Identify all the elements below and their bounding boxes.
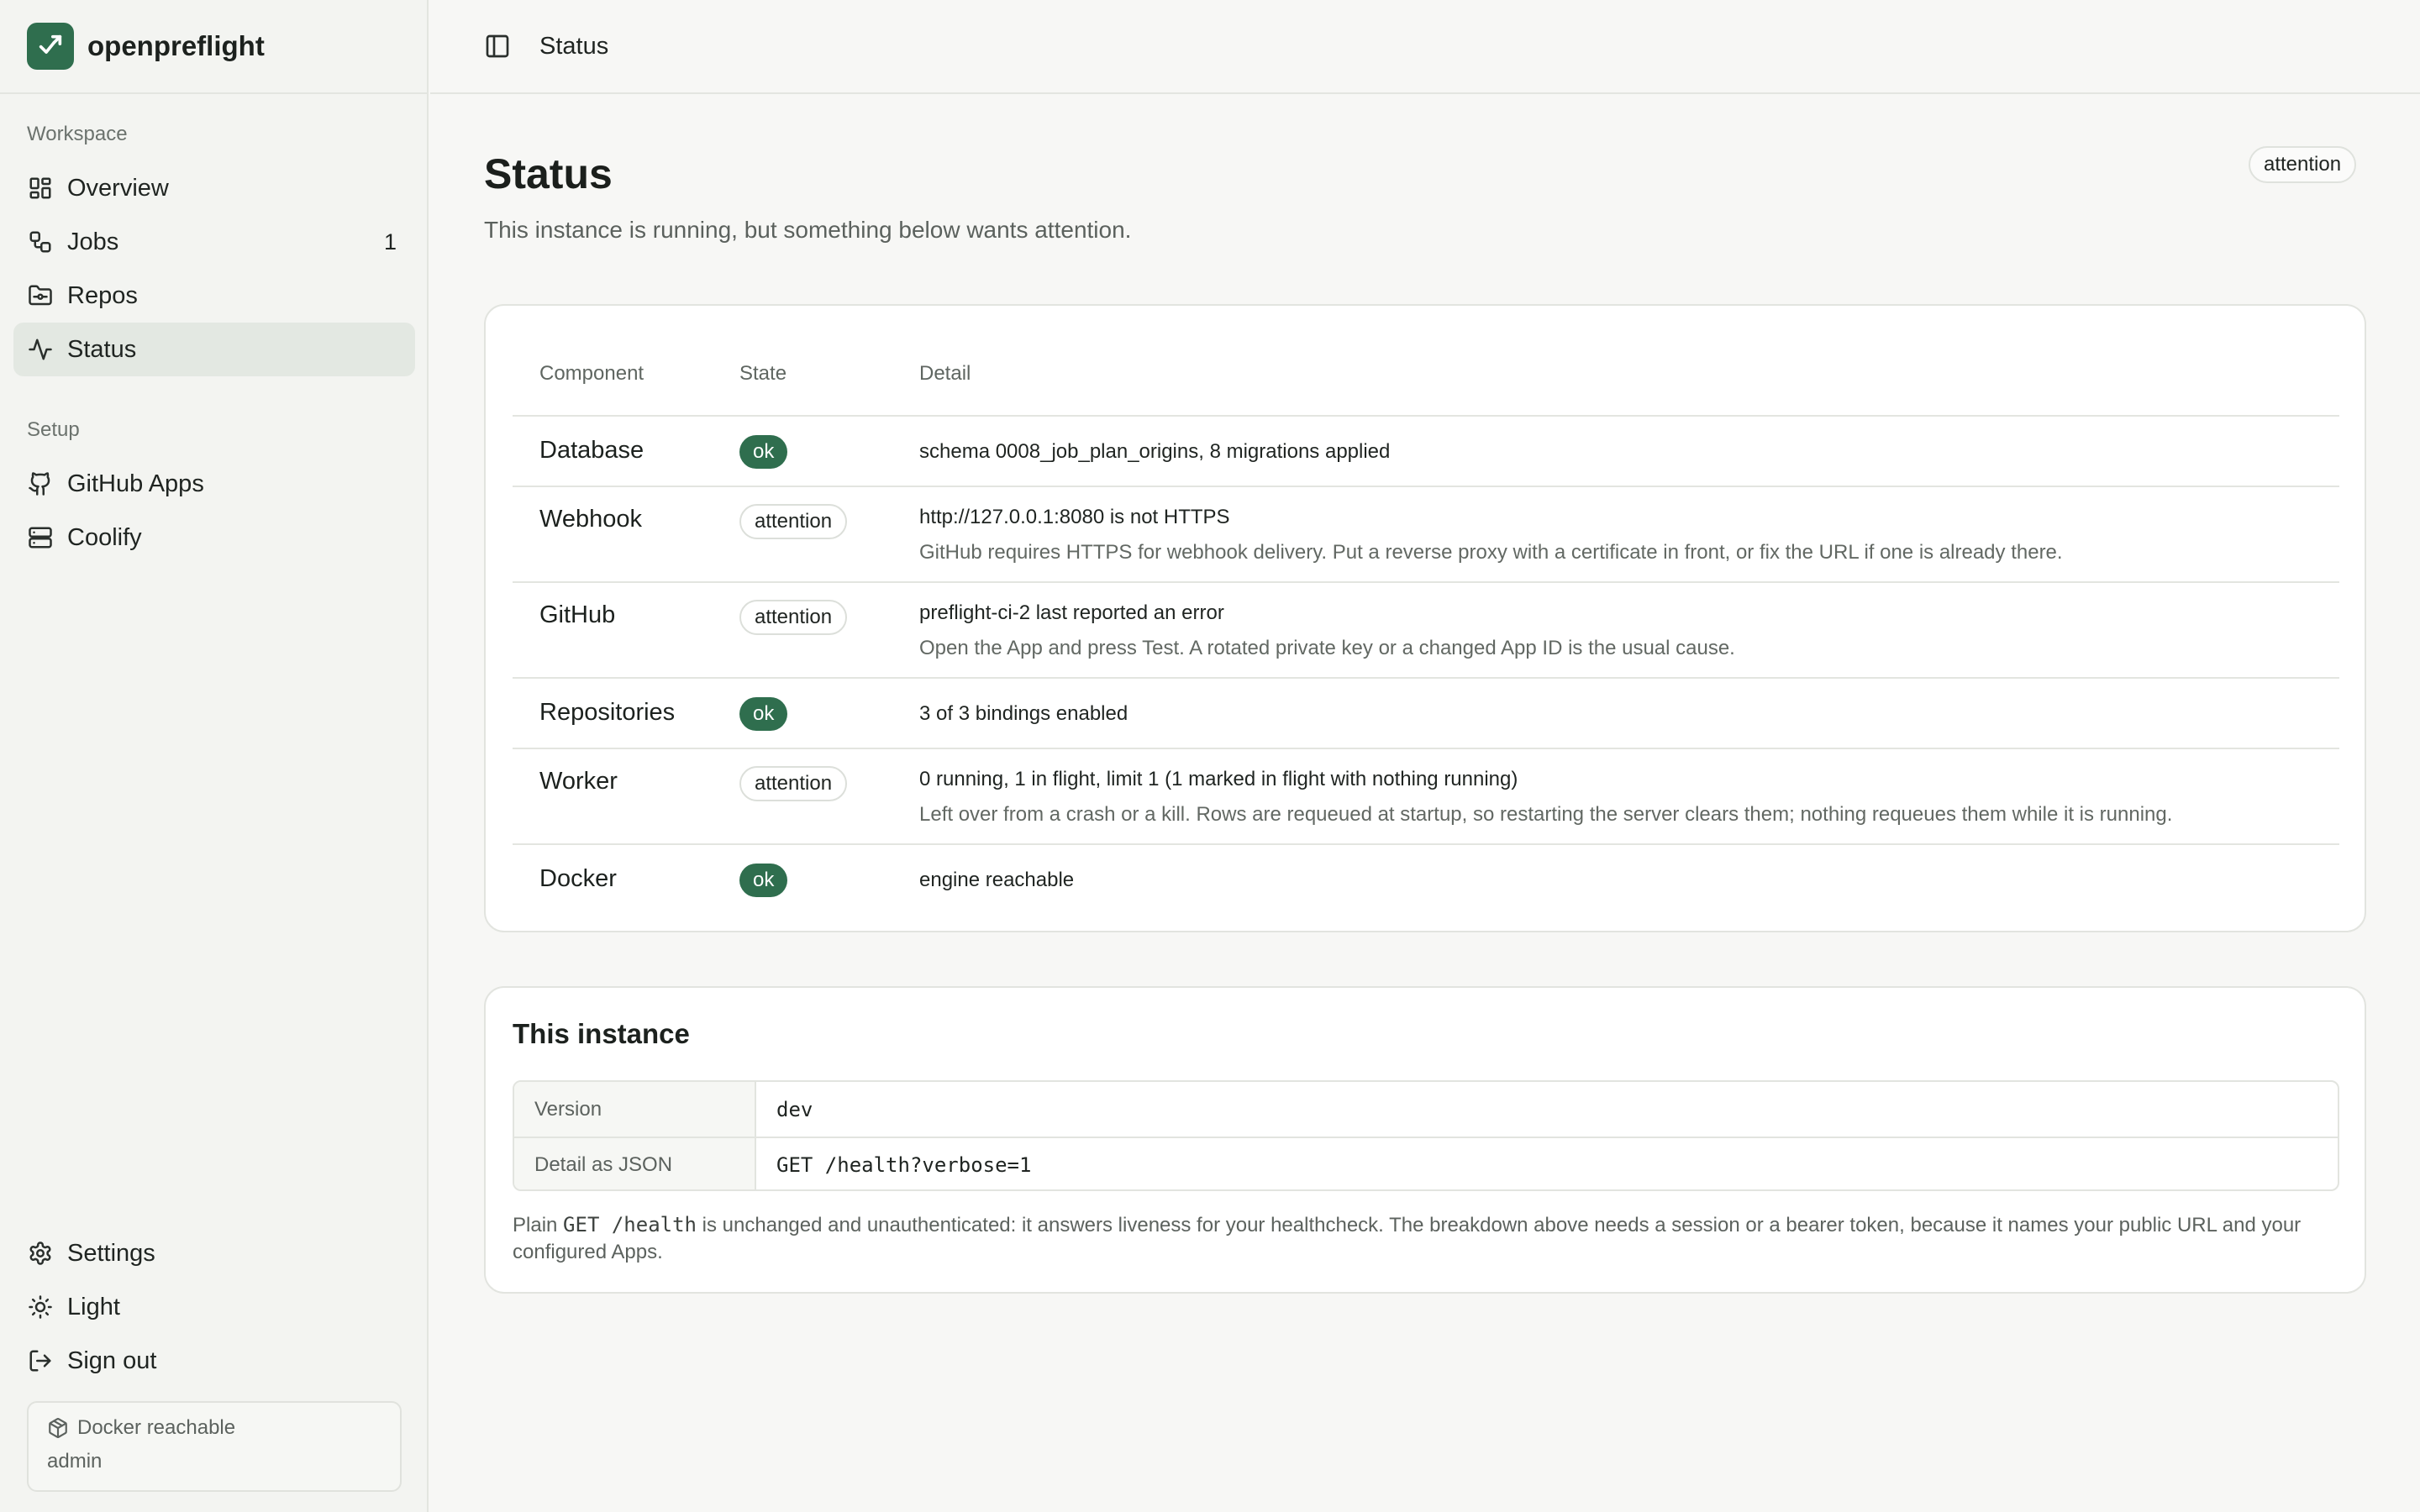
table-row: Worker attention 0 running, 1 in flight,… (513, 749, 2339, 845)
setup-section-label: Setup (27, 418, 80, 441)
table-row: Docker ok engine reachable (513, 845, 2339, 916)
table-row: GitHub attention preflight-ci-2 last rep… (513, 583, 2339, 679)
state-badge: attention (739, 504, 848, 539)
docker-status-row: Docker reachable (47, 1416, 381, 1440)
state-badge: ok (739, 435, 788, 469)
table-row: Webhook attention http://127.0.0.1:8080 … (513, 487, 2339, 583)
page-title: Status (484, 150, 613, 197)
package-icon (49, 1418, 67, 1438)
detail-text: preflight-ci-2 last reported an error (919, 601, 1224, 624)
gear-icon (27, 1240, 54, 1267)
column-header-component: Component (539, 362, 644, 385)
sidebar-item-jobs[interactable]: Jobs 1 (13, 215, 415, 269)
instance-info-table: Version dev Detail as JSON GET /health?v… (513, 1080, 2339, 1191)
detail-text: engine reachable (919, 869, 1075, 891)
sidebar-item-label: Sign out (67, 1347, 157, 1374)
json-detail-label: Detail as JSON (514, 1138, 756, 1189)
detail-text: schema 0008_job_plan_origins, 8 migratio… (919, 440, 1391, 463)
sidebar-toggle-button[interactable] (472, 21, 523, 71)
sidebar-item-label: Overview (67, 174, 169, 202)
panel-left-icon (486, 34, 509, 58)
version-label: Version (514, 1082, 756, 1137)
sidebar-item-label: Repos (67, 281, 138, 309)
note-code: GET /health (563, 1213, 697, 1236)
sidebar-item-label: GitHub Apps (67, 470, 204, 497)
workspace-section-label: Workspace (27, 123, 128, 145)
docker-status-text: Docker reachable (77, 1416, 236, 1439)
instance-footer-card: Docker reachable admin (27, 1401, 402, 1492)
component-name: Docker (539, 865, 617, 892)
brand-logo-icon (27, 23, 74, 70)
note-prefix: Plain (513, 1214, 564, 1236)
table-row: Database ok schema 0008_job_plan_origins… (513, 417, 2339, 487)
github-icon (27, 470, 54, 497)
topbar: Status (430, 0, 2420, 94)
component-name: GitHub (539, 601, 616, 628)
sign-out-icon (27, 1347, 54, 1374)
state-badge: attention (739, 600, 848, 635)
sidebar-item-settings[interactable]: Settings (13, 1226, 415, 1280)
status-table: Component State Detail Database ok schem… (513, 333, 2339, 916)
state-badge: attention (739, 766, 848, 801)
state-badge: ok (739, 864, 788, 897)
sidebar: openpreflight Workspace Overview Jobs 1 … (0, 0, 429, 1512)
server-icon (27, 524, 54, 551)
table-row: Repositories ok 3 of 3 bindings enabled (513, 679, 2339, 749)
sidebar-item-label: Settings (67, 1239, 155, 1267)
activity-icon (27, 336, 54, 363)
instance-card: This instance Version dev Detail as JSON… (484, 986, 2366, 1294)
workflow-icon (27, 228, 54, 255)
sign-out-button[interactable]: Sign out (13, 1334, 415, 1388)
component-name: Webhook (539, 506, 642, 533)
breadcrumb-title: Status (539, 32, 609, 60)
instance-card-title: This instance (513, 1018, 690, 1049)
sidebar-item-github-apps[interactable]: GitHub Apps (13, 457, 415, 511)
note-suffix: is unchanged and unauthenticated: it ans… (513, 1214, 2302, 1263)
detail-text: 0 running, 1 in flight, limit 1 (1 marke… (919, 768, 1518, 790)
table-row: Version dev (514, 1082, 2338, 1137)
detail-hint: Open the App and press Test. A rotated p… (919, 637, 1735, 659)
column-header-state: State (739, 362, 787, 385)
sidebar-item-label: Coolify (67, 523, 142, 551)
sidebar-item-label: Status (67, 335, 137, 363)
page-subtitle: This instance is running, but something … (484, 217, 1132, 243)
overall-status-badge: attention (2249, 146, 2357, 183)
detail-hint: Left over from a crash or a kill. Rows a… (919, 803, 2173, 826)
component-name: Database (539, 437, 644, 464)
component-name: Repositories (539, 699, 676, 726)
json-detail-value: GET /health?verbose=1 (776, 1152, 1032, 1177)
sidebar-item-overview[interactable]: Overview (13, 161, 415, 215)
status-card: Component State Detail Database ok schem… (484, 304, 2366, 932)
brand[interactable]: openpreflight (0, 0, 427, 94)
column-header-detail: Detail (919, 362, 971, 385)
health-endpoint-note: Plain GET /health is unchanged and unaut… (513, 1211, 2341, 1266)
table-row: Detail as JSON GET /health?verbose=1 (514, 1137, 2338, 1189)
detail-text: 3 of 3 bindings enabled (919, 702, 1128, 725)
app-root: openpreflight Workspace Overview Jobs 1 … (0, 0, 2420, 1512)
theme-toggle[interactable]: Light (13, 1280, 415, 1334)
sidebar-item-status[interactable]: Status (13, 323, 415, 376)
detail-text: http://127.0.0.1:8080 is not HTTPS (919, 506, 1230, 528)
sidebar-item-coolify[interactable]: Coolify (13, 511, 415, 564)
current-user: admin (47, 1450, 103, 1473)
sidebar-item-label: Jobs (67, 228, 119, 255)
component-name: Worker (539, 768, 618, 795)
jobs-count-badge: 1 (383, 228, 397, 255)
sun-icon (27, 1294, 54, 1320)
folder-git-icon (27, 282, 54, 309)
grid-icon (27, 175, 54, 202)
state-badge: ok (739, 697, 788, 731)
table-header-row: Component State Detail (513, 333, 2339, 417)
sidebar-item-label: Light (67, 1293, 120, 1320)
version-value: dev (776, 1097, 813, 1121)
detail-hint: GitHub requires HTTPS for webhook delive… (919, 541, 2063, 564)
brand-name: openpreflight (87, 30, 265, 61)
sidebar-item-repos[interactable]: Repos (13, 269, 415, 323)
